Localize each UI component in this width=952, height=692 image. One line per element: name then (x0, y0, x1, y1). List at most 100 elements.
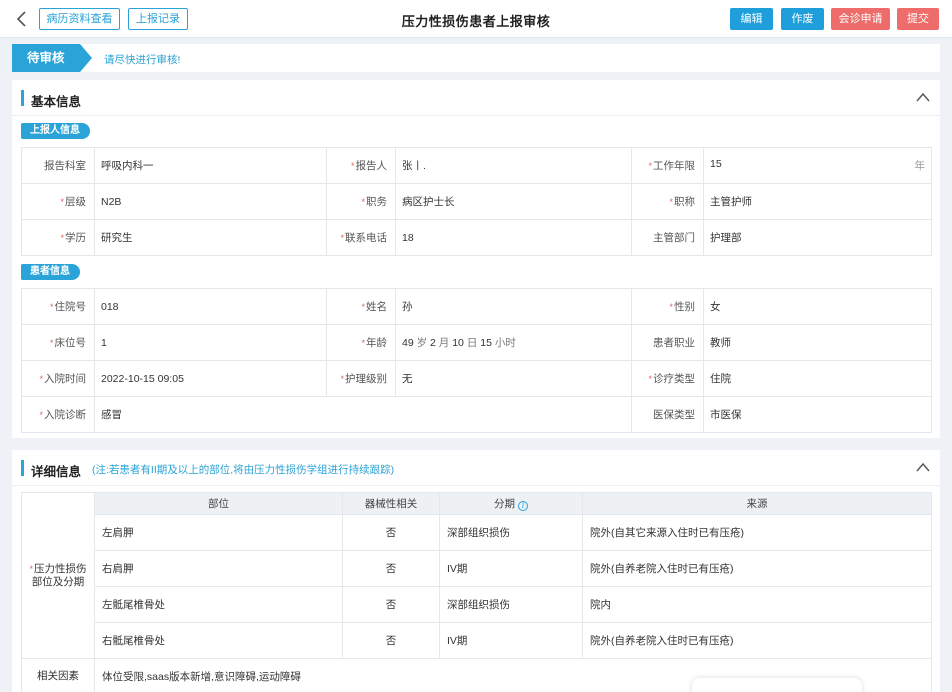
field-label: *学历 (21, 219, 95, 256)
field-label: *年龄 (326, 324, 396, 361)
table-row: 左骶尾椎骨处 否 深部组织损伤 院内 (22, 586, 932, 623)
device-cell: 否 (342, 622, 440, 659)
injury-site-stage-label: *压力性损伤部位及分期 (21, 492, 95, 659)
basic-info-panel: 基本信息 上报人信息 报告科室 呼吸内科一 *报告人 张丨. *工作年限 15 年… (12, 80, 940, 438)
submit-button[interactable]: 提交 (897, 8, 939, 30)
site-cell: 左骶尾椎骨处 (94, 586, 343, 623)
field-label: *联系电话 (326, 219, 396, 256)
pressure-injury-table: *压力性损伤部位及分期 部位 器械性相关 分期 i 来源 左肩胛 否 深部组织损伤… (21, 492, 932, 692)
related-factors-label: 相关因素 (21, 658, 95, 692)
phone-value: 18 (395, 219, 632, 256)
device-cell: 否 (342, 550, 440, 587)
stage-cell: IV期 (439, 550, 583, 587)
basic-info-title: 基本信息 (31, 95, 82, 109)
occupation-value: 教师 (703, 324, 932, 361)
floating-widget[interactable] (692, 678, 862, 692)
detail-info-header: 详细信息 (注:若患者有II期及以上的部位,将由压力性损伤学组进行持续跟踪) (12, 450, 940, 486)
education-value: 研究生 (94, 219, 327, 256)
basic-info-header: 基本信息 (12, 80, 940, 116)
treatment-type-value: 住院 (703, 360, 932, 397)
device-cell: 否 (342, 586, 440, 623)
reporter-info-table: 报告科室 呼吸内科一 *报告人 张丨. *工作年限 15 年 *层级 N2B *职… (21, 147, 932, 256)
column-header-site: 部位 (94, 492, 343, 515)
table-row: 右骶尾椎骨处 否 IV期 院外(自养老院入住时已有压疮) (22, 622, 932, 659)
reporter-row: *学历 研究生 *联系电话 18 主管部门 护理部 (21, 219, 932, 256)
field-label: *护理级别 (326, 360, 396, 397)
status-strip: 待审核 请尽快进行审核! (12, 44, 940, 72)
field-label: 患者职业 (631, 324, 704, 361)
device-cell: 否 (342, 514, 440, 551)
detail-info-note: (注:若患者有II期及以上的部位,将由压力性损伤学组进行持续跟踪) (92, 464, 395, 476)
title-value: 主管护师 (703, 183, 932, 220)
insurance-value: 市医保 (703, 396, 932, 433)
stage-cell: IV期 (439, 622, 583, 659)
site-cell: 左肩胛 (94, 514, 343, 551)
nursing-level-value: 无 (395, 360, 632, 397)
table-header-row: *压力性损伤部位及分期 部位 器械性相关 分期 i 来源 (21, 492, 932, 659)
void-button[interactable]: 作废 (781, 8, 824, 30)
collapse-chevron-icon[interactable] (916, 92, 930, 102)
table-row: 左肩胛 否 深部组织损伤 院外(自其它来源入住时已有压疮) (22, 514, 932, 551)
admission-time-value: 2022-10-15 09:05 (94, 360, 327, 397)
field-label: *入院诊断 (21, 396, 95, 433)
edit-button[interactable]: 编辑 (730, 8, 773, 30)
stage-cell: 深部组织损伤 (439, 514, 583, 551)
source-cell: 院内 (582, 586, 932, 623)
collapse-chevron-icon[interactable] (916, 462, 930, 472)
patient-name-value: 孙 (395, 288, 632, 325)
field-label: *职称 (631, 183, 704, 220)
field-label: *工作年限 (631, 147, 704, 184)
field-label: *入院时间 (21, 360, 95, 397)
source-cell: 院外(自其它来源入住时已有压疮) (582, 514, 932, 551)
source-cell: 院外(自养老院入住时已有压疮) (582, 622, 932, 659)
reporter-row: 报告科室 呼吸内科一 *报告人 张丨. *工作年限 15 年 (21, 147, 932, 184)
field-label: *层级 (21, 183, 95, 220)
status-hint: 请尽快进行审核! (104, 54, 181, 66)
field-label: 主管部门 (631, 219, 704, 256)
column-header-source: 来源 (582, 492, 932, 515)
field-label: *性别 (631, 288, 704, 325)
level-value: N2B (94, 183, 327, 220)
patient-row: *床位号 1 *年龄 49 岁 2 月 10 日 15 小时 患者职业 教师 (21, 324, 932, 361)
reporter-row: *层级 N2B *职务 病区护士长 *职称 主管护师 (21, 183, 932, 220)
patient-row: *入院时间 2022-10-15 09:05 *护理级别 无 *诊疗类型 住院 (21, 360, 932, 397)
detail-info-panel: 详细信息 (注:若患者有II期及以上的部位,将由压力性损伤学组进行持续跟踪) *… (12, 450, 940, 692)
gender-value: 女 (703, 288, 932, 325)
top-bar: 病历资料查看 上报记录 压力性损伤患者上报审核 编辑 作废 会诊申请 提交 (0, 0, 952, 38)
source-cell: 院外(自养老院入住时已有压疮) (582, 550, 932, 587)
years-unit: 年 (914, 160, 926, 172)
field-label: *诊疗类型 (631, 360, 704, 397)
department-value: 护理部 (703, 219, 932, 256)
site-cell: 右骶尾椎骨处 (94, 622, 343, 659)
patient-info-tag: 患者信息 (21, 264, 80, 280)
status-badge: 待审核 (12, 44, 92, 72)
consultation-request-button[interactable]: 会诊申请 (831, 8, 890, 30)
detail-info-title: 详细信息 (31, 465, 82, 479)
age-value: 49 岁 2 月 10 日 15 小时 (395, 324, 632, 361)
field-label: 报告科室 (21, 147, 95, 184)
field-label: *住院号 (21, 288, 95, 325)
section-accent-bar (21, 460, 24, 476)
site-cell: 右肩胛 (94, 550, 343, 587)
patient-info-table: *住院号 018 *姓名 孙 *性别 女 *床位号 1 *年龄 49 岁 2 月… (21, 288, 932, 433)
info-icon[interactable]: i (518, 501, 528, 511)
patient-row: *入院诊断 感冒 医保类型 市医保 (21, 396, 932, 433)
work-years-value: 15 年 (703, 147, 932, 184)
reporter-name-value: 张丨. (395, 147, 632, 184)
reporter-info-tag: 上报人信息 (21, 123, 90, 139)
report-department-value: 呼吸内科一 (94, 147, 327, 184)
position-value: 病区护士长 (395, 183, 632, 220)
column-header-device: 器械性相关 (342, 492, 440, 515)
stage-cell: 深部组织损伤 (439, 586, 583, 623)
field-label: *床位号 (21, 324, 95, 361)
field-label: *职务 (326, 183, 396, 220)
field-label: *姓名 (326, 288, 396, 325)
diagnosis-value: 感冒 (94, 396, 632, 433)
field-label: *报告人 (326, 147, 396, 184)
admission-number-value: 018 (94, 288, 327, 325)
patient-row: *住院号 018 *姓名 孙 *性别 女 (21, 288, 932, 325)
bed-number-value: 1 (94, 324, 327, 361)
field-label: 医保类型 (631, 396, 704, 433)
section-accent-bar (21, 90, 24, 106)
table-row: 右肩胛 否 IV期 院外(自养老院入住时已有压疮) (22, 550, 932, 587)
